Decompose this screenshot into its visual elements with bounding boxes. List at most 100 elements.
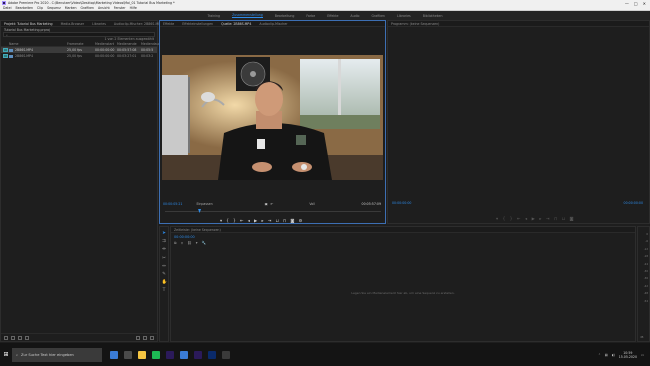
source-current-timecode[interactable]: 00:00:05:21 xyxy=(163,202,182,206)
tab-effects[interactable]: Effekte xyxy=(163,22,174,26)
tab-effect-controls[interactable]: Effekteinstellungen xyxy=(182,22,213,26)
icon-view-icon[interactable] xyxy=(18,335,22,340)
column-name[interactable]: Name xyxy=(9,42,67,46)
workspace-tab[interactable]: Audio xyxy=(350,14,359,18)
play-icon[interactable]: ▶ xyxy=(254,218,257,223)
menu-item[interactable]: Ansicht xyxy=(98,6,110,10)
slip-tool-icon[interactable]: ↔ xyxy=(162,264,167,269)
workspace-tab[interactable]: Effekte xyxy=(327,14,338,18)
column-framerate[interactable]: Framerate xyxy=(67,42,95,46)
workspace-tab[interactable]: Grafiken xyxy=(371,14,384,18)
workspace-tab[interactable]: Bearbeitung xyxy=(275,14,295,18)
pencil-icon[interactable] xyxy=(4,335,8,340)
taskbar-app-icon[interactable] xyxy=(222,350,230,359)
track-select-tool-icon[interactable]: ⇉ xyxy=(162,239,167,244)
list-view-icon[interactable] xyxy=(11,335,15,340)
source-scrubber[interactable] xyxy=(163,209,384,213)
mark-out-icon[interactable]: } xyxy=(233,218,236,223)
column-media-start[interactable]: Medienstart xyxy=(95,42,117,46)
menu-item[interactable]: Grafiken xyxy=(80,6,93,10)
menu-item[interactable]: Fenster xyxy=(114,6,126,10)
windows-start-icon[interactable]: ⊞ xyxy=(0,343,12,366)
tab-libraries[interactable]: Libraries xyxy=(92,22,106,26)
go-to-out-icon[interactable]: ⇥ xyxy=(546,216,550,221)
close-icon[interactable]: ✕ xyxy=(643,1,646,6)
program-current-timecode[interactable]: 00:00:00:00 xyxy=(392,201,411,205)
notification-icon[interactable]: ▭ xyxy=(641,353,644,357)
step-back-icon[interactable]: ◂ xyxy=(248,218,250,223)
workspace-tab-active[interactable]: Zusammenstellung xyxy=(232,13,263,18)
overwrite-clip-icon[interactable]: ⊓ xyxy=(283,218,286,223)
project-item-row[interactable]: 2B86S.MP4 25,00 fps 00:00:00:00 00:03:27… xyxy=(1,53,157,59)
snap-icon[interactable]: ∩ xyxy=(181,241,184,245)
tab-audioclip-mixer[interactable]: Audioclip-Mischer: 2B86S-MP4 xyxy=(114,22,162,26)
taskbar-search-input[interactable]: Zur Suche Text hier eingeben xyxy=(21,353,74,357)
workspace-tab[interactable]: Training xyxy=(207,14,220,18)
menu-item[interactable]: Bearbeiten xyxy=(16,6,34,10)
timeline-timecode[interactable]: 00:00:00:00 xyxy=(174,235,195,239)
pen-tool-icon[interactable]: ✎ xyxy=(162,272,167,277)
taskbar-app-icon[interactable] xyxy=(110,350,118,359)
tab-program[interactable]: Programm: (keine Sequenzen) xyxy=(391,22,439,26)
export-frame-icon[interactable]: ◙ xyxy=(570,216,574,221)
taskbar-app-icon[interactable] xyxy=(208,350,216,359)
step-back-icon[interactable]: ◂ xyxy=(525,216,527,221)
mark-in-icon[interactable]: { xyxy=(226,218,229,223)
workspace-tab[interactable]: Libraries xyxy=(397,14,411,18)
mark-in-icon[interactable]: { xyxy=(503,216,506,221)
step-forward-icon[interactable]: ▸ xyxy=(539,216,541,221)
export-frame-button-icon[interactable]: ◙ xyxy=(290,218,294,223)
ripple-edit-tool-icon[interactable]: ⇹ xyxy=(162,247,167,252)
hand-tool-icon[interactable]: ✋ xyxy=(162,280,168,285)
export-frame-icon[interactable]: ▣ xyxy=(265,202,268,206)
add-marker-icon[interactable]: ▾ xyxy=(196,241,198,245)
resolution-dropdown[interactable]: Voll xyxy=(309,202,315,206)
linked-selection-icon[interactable]: ⛓ xyxy=(187,241,192,245)
type-tool-icon[interactable]: T xyxy=(162,288,167,293)
settings-icon[interactable]: ⚙ xyxy=(299,218,303,223)
tab-source[interactable]: Quelle: 2B86S.MP4 xyxy=(221,22,251,26)
nest-icon[interactable]: ⧉ xyxy=(174,241,177,245)
taskbar-app-icon[interactable] xyxy=(152,350,160,359)
selection-tool-icon[interactable]: ➤ xyxy=(162,231,167,236)
minimize-icon[interactable]: — xyxy=(625,1,629,6)
taskbar-search[interactable]: ⌕ Zur Suche Text hier eingeben xyxy=(12,347,102,362)
taskbar-app-icon[interactable] xyxy=(194,350,202,359)
taskbar-app-icon[interactable] xyxy=(138,350,146,359)
go-to-in-icon[interactable]: ⇤ xyxy=(517,216,521,221)
add-marker-icon[interactable]: ▾ xyxy=(220,218,222,223)
zoom-fit-dropdown[interactable]: Einpassen xyxy=(196,202,212,206)
freeform-view-icon[interactable] xyxy=(25,335,29,340)
menu-item[interactable]: Sequenz xyxy=(47,6,61,10)
add-marker-icon[interactable]: ▾ xyxy=(496,216,498,221)
taskbar-app-icon[interactable] xyxy=(180,350,188,359)
maximize-icon[interactable]: □ xyxy=(634,1,638,6)
taskbar-app-icon[interactable] xyxy=(166,350,174,359)
network-icon[interactable]: ▤ xyxy=(605,353,608,357)
wrench-icon[interactable]: 🔧 xyxy=(202,241,206,245)
trash-icon[interactable] xyxy=(150,335,154,340)
tab-audio-mixer[interactable]: Audioclip-Mischer xyxy=(259,22,287,26)
taskbar-app-icon[interactable] xyxy=(124,350,132,359)
insert-icon[interactable]: ⇤ xyxy=(271,202,274,206)
play-icon[interactable]: ▶ xyxy=(532,216,535,221)
tab-project[interactable]: Projekt: Tutorial Bus Marketing xyxy=(4,22,53,26)
workspace-tab[interactable]: Farbe xyxy=(306,14,315,18)
mark-out-icon[interactable]: } xyxy=(510,216,513,221)
new-item-icon[interactable] xyxy=(143,335,147,340)
menu-item[interactable]: Clip xyxy=(37,6,43,10)
tray-expand-icon[interactable]: ⌃ xyxy=(598,353,601,357)
razor-tool-icon[interactable]: ✂ xyxy=(162,256,167,261)
insert-clip-icon[interactable]: ⊔ xyxy=(275,218,278,223)
scrubber-track[interactable] xyxy=(165,211,381,212)
go-to-in-icon[interactable]: ⇤ xyxy=(240,218,244,223)
menu-item[interactable]: Datei xyxy=(3,6,12,10)
go-to-out-icon[interactable]: ⇥ xyxy=(268,218,272,223)
menu-item[interactable]: Hilfe xyxy=(130,6,137,10)
menu-item[interactable]: Marken xyxy=(65,6,77,10)
extract-icon[interactable]: ⊔ xyxy=(562,216,565,221)
volume-icon[interactable]: ◖) xyxy=(612,353,615,357)
taskbar-clock[interactable]: 10:59 15.05.2020 xyxy=(619,351,637,359)
lift-icon[interactable]: ⊓ xyxy=(554,216,557,221)
step-forward-icon[interactable]: ▸ xyxy=(261,218,263,223)
